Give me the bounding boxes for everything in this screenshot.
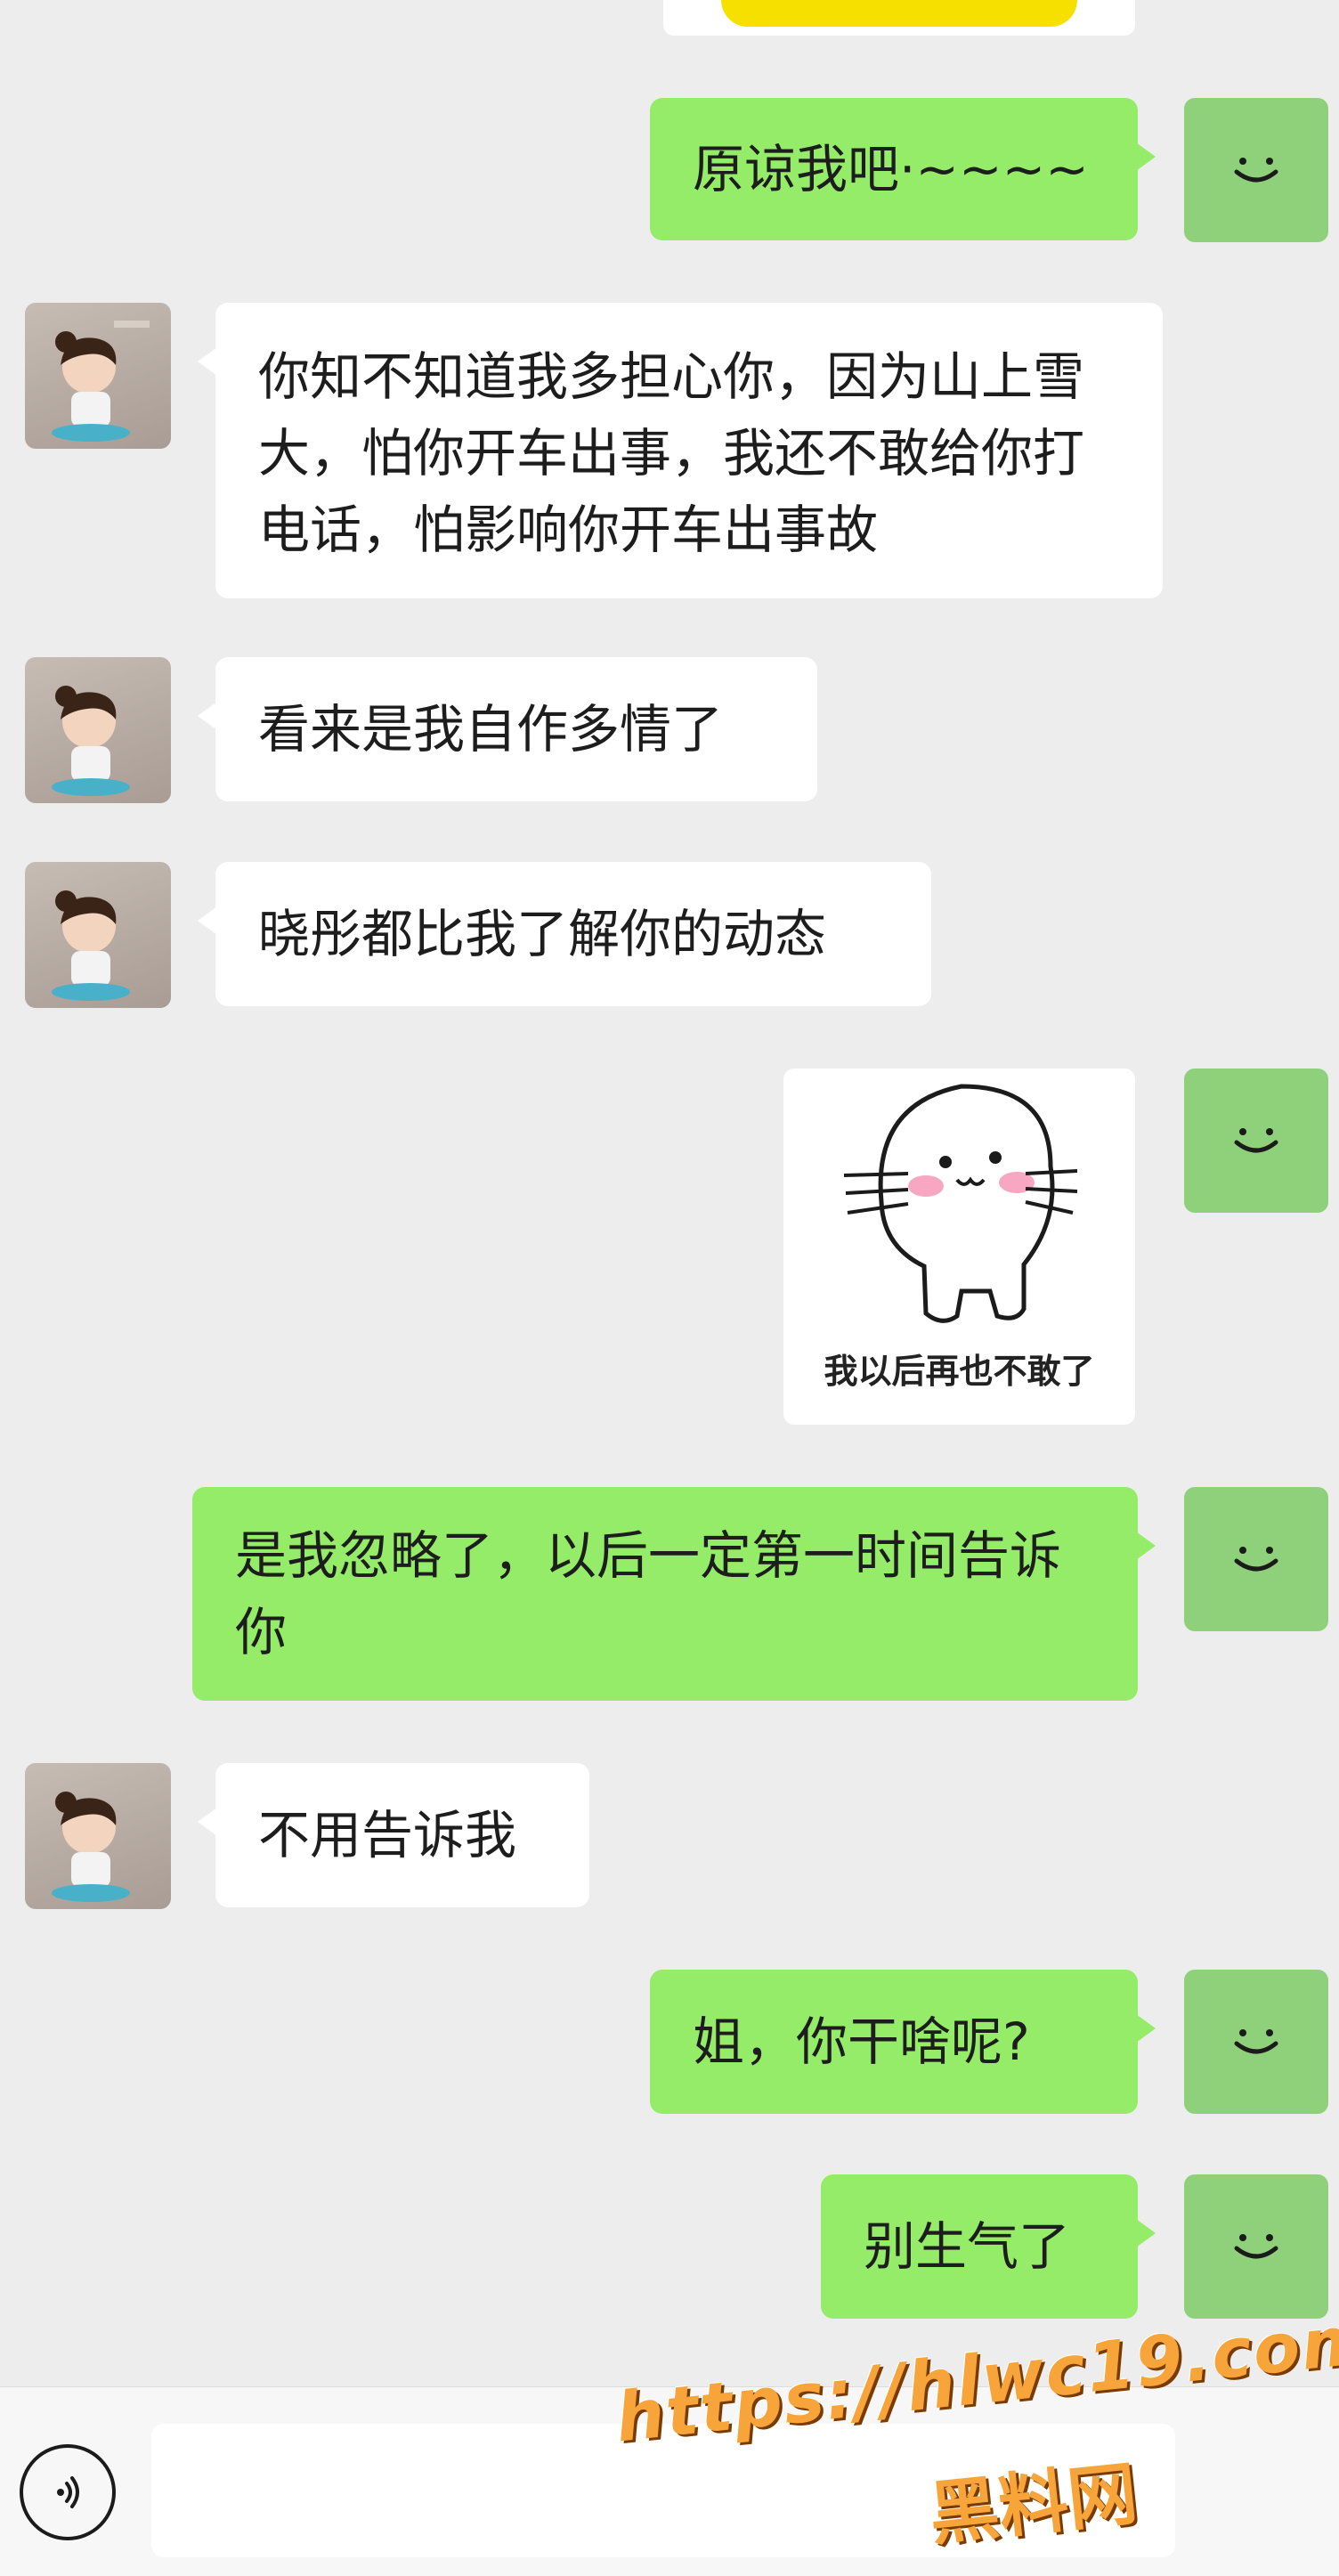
self-avatar[interactable] [1184, 1069, 1328, 1213]
cartoon-girl-avatar-icon [52, 321, 150, 442]
message-text: 晓彤都比我了解你的动态 [258, 904, 827, 964]
message-text: 看来是我自作多情了 [258, 699, 724, 760]
self-avatar[interactable] [1184, 1487, 1328, 1631]
voice-input-button[interactable] [20, 2444, 116, 2540]
smiley-icon [1234, 2029, 1278, 2054]
message-bubble-contact[interactable]: 晓彤都比我了解你的动态 [198, 862, 931, 1006]
message-text: 姐，你干啥呢? [693, 2011, 1030, 2072]
self-avatar[interactable] [1184, 1970, 1328, 2114]
message-bubble-contact[interactable]: 不用告诉我 [198, 1763, 589, 1907]
message-bubble-self[interactable]: 别生气了 [821, 2174, 1156, 2319]
message-text: 不用告诉我 [258, 1805, 517, 1865]
cat-sticker-icon [843, 1084, 1078, 1323]
voice-icon [57, 2476, 79, 2508]
message-bubble-self[interactable]: 姐，你干啥呢? [650, 1970, 1156, 2114]
smiley-icon [1234, 2234, 1278, 2259]
message-text: 别生气了 [864, 2216, 1071, 2277]
cartoon-girl-avatar-icon [52, 1792, 130, 1902]
cartoon-girl-avatar-icon [52, 890, 130, 1001]
smiley-icon [1234, 158, 1278, 183]
message-bubble-self[interactable]: 原谅我吧·~~~~ [650, 98, 1156, 240]
cartoon-girl-avatar-icon [52, 686, 130, 796]
partial-image-message[interactable] [663, 0, 1135, 36]
message-text: 原谅我吧·~~~~ [693, 139, 1089, 199]
message-text: 是我忽略了，以后一定第一时间告诉你 [235, 1525, 1062, 1662]
message-text: 你知不知道我多担心你，因为山上雪大，怕你开车出事，我还不敢给你打电话，怕影响你开… [258, 346, 1085, 560]
partial-image-content [721, 0, 1077, 27]
self-avatar[interactable] [1184, 2174, 1328, 2319]
smiley-icon [1234, 1128, 1278, 1153]
message-bubble-contact[interactable]: 你知不知道我多担心你，因为山上雪大，怕你开车出事，我还不敢给你打电话，怕影响你开… [198, 303, 1163, 598]
sticker-message[interactable]: 我以后再也不敢了 [783, 1069, 1135, 1425]
message-input[interactable] [151, 2424, 1175, 2557]
contact-avatar[interactable] [25, 1763, 171, 1909]
chat-message-list[interactable]: 原谅我吧·~~~~ 你知不知道我多担心你，因为山上雪大，怕你开车出事，我还不敢给… [0, 0, 1339, 2386]
contact-avatar[interactable] [25, 862, 171, 1008]
message-bubble-contact[interactable]: 看来是我自作多情了 [198, 657, 817, 801]
contact-avatar[interactable] [25, 303, 171, 449]
self-avatar[interactable] [1184, 98, 1328, 242]
contact-avatar[interactable] [25, 657, 171, 803]
message-bubble-self[interactable]: 是我忽略了，以后一定第一时间告诉你 [192, 1487, 1156, 1701]
sticker-caption: 我以后再也不敢了 [824, 1352, 1095, 1391]
smiley-icon [1234, 1547, 1278, 1572]
